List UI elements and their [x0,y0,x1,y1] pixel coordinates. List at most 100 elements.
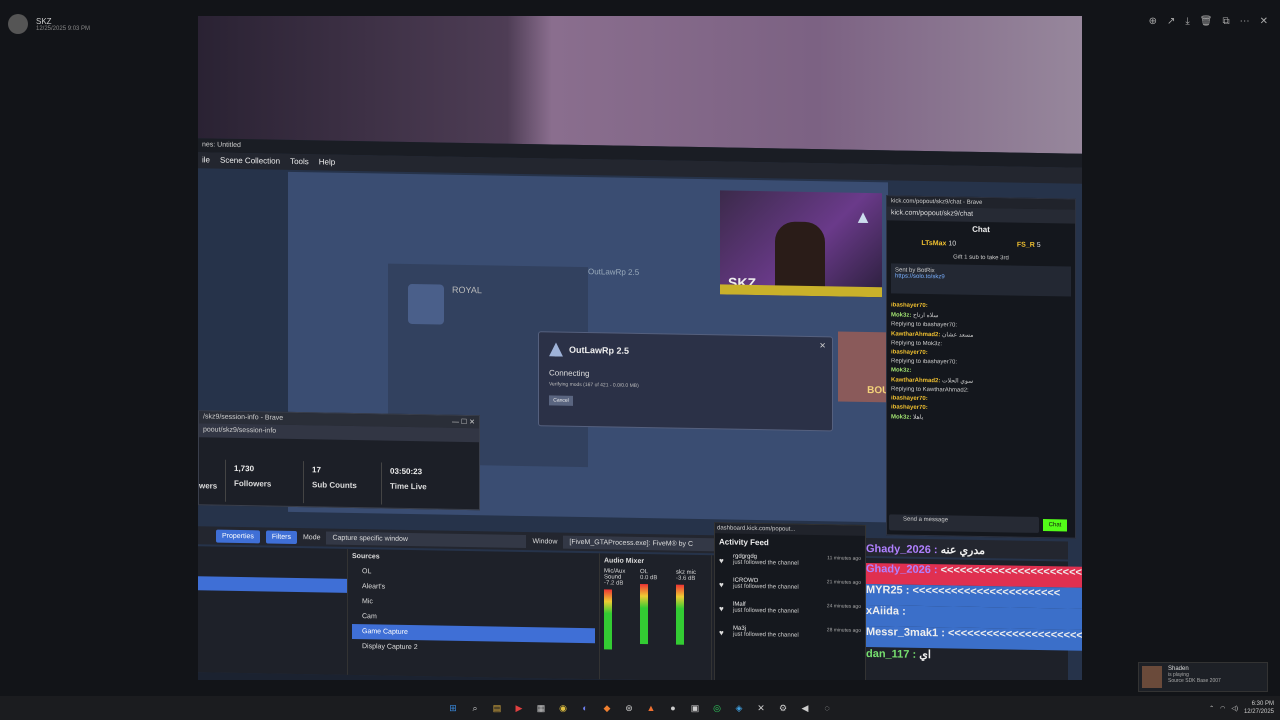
photo: nes: Untitled ile Scene Collection Tools… [198,16,1082,680]
chat-messages: ibashayer70: Mok3z: سلاه ارتاح Replying … [887,297,1075,428]
msg-user[interactable]: Mok3z: [891,414,911,420]
msg-text: Replying to ibashayer70: [891,321,958,329]
volume-meter[interactable] [604,589,612,650]
menu-help[interactable]: Help [319,157,335,167]
overlay-text: مدري عنه [940,544,986,558]
chat-message: Replying to KawtharAhmad2: [891,386,1071,395]
stat-subs: 17 Sub Counts [303,461,381,505]
msg-text: سلاه ارتاح [913,312,939,320]
activity-time: 24 minutes ago [826,603,861,610]
stat-followers: 1,730 Followers [225,459,303,504]
source-item[interactable]: Display Capture 2 [352,639,595,658]
msg-user[interactable]: KawtharAhmad2: [891,377,940,384]
game-notification[interactable]: Shaden is playing Source SDK Base 2007 [1138,662,1268,692]
brave-icon[interactable]: ◆ [599,700,615,716]
launcher-icon[interactable]: ▲ [643,700,659,716]
chevron-up-icon[interactable]: ⌃ [1209,705,1214,712]
wifi-icon[interactable]: ◠ [1220,705,1225,712]
download-icon[interactable]: ⤓ [1185,16,1189,27]
webcam-overlay: ▲ SKZ [720,190,882,298]
discord-icon[interactable]: ◐ [577,700,593,716]
taskbar: ⊞ ⌕ ▤ ▶ ▦ ◉ ◐ ◆ ⊛ ▲ ● ▣ ◎ ◈ ✕ ⚙ ◀ ◌ ⌃ ◠ … [0,696,1280,720]
capcut-icon[interactable]: ◀ [797,700,813,716]
volume-meter[interactable] [676,584,684,645]
chat-message: KawtharAhmad2: سوي الحلات [891,376,1071,386]
activity-feed-window: dashboard.kick.com/popout... Activity Fe… [714,522,866,680]
gift-note: Gift 1 sub to take 3rd [953,254,1009,262]
chrome-icon[interactable]: ◉ [555,700,571,716]
activity-item: ♥ lMalf just followed the channel 24 minute… [715,598,865,625]
chat-message: Mok3z: ياهلا [891,413,1071,423]
dialog-title-text: OutLawRp 2.5 [569,344,630,356]
mixer-channels: Mic/Aux Sound -7.2 dB OL 0.0 dB skz mic -3.… [604,568,707,651]
msg-text: مسعد عشان [942,332,974,339]
heart-icon: ♥ [719,604,724,614]
media-icon[interactable]: ▶ [511,700,527,716]
more-icon[interactable]: ⋯ [1240,16,1250,27]
tool-icon[interactable]: ✕ [753,700,769,716]
menu-file[interactable]: ile [202,155,210,165]
msg-user[interactable]: ibashayer70: [891,302,928,309]
filters-button[interactable]: Filters [265,529,297,544]
image-viewer: SKZ 12/25/2025 9:03 PM ⊕ ↗ ⤓ 🗑 ⧉ ⋯ ✕ nes… [0,0,1280,696]
volume-icon[interactable]: ◁) [1231,705,1238,712]
msg-user[interactable]: Mok3z: [891,312,911,318]
file-explorer-icon[interactable]: ▤ [489,700,505,716]
app-icon[interactable]: ▦ [533,700,549,716]
avatar[interactable] [8,14,28,34]
msg-user[interactable]: ibashayer70: [891,395,928,402]
stat-label: Time Live [390,481,427,492]
zoom-icon[interactable]: ⊕ [1149,16,1157,27]
channel-db: -3.6 dB [676,575,696,582]
obs-icon[interactable]: ● [665,700,681,716]
settings-icon[interactable]: ⚙ [775,700,791,716]
open-external-icon[interactable]: ⧉ [1222,16,1229,27]
start-icon[interactable]: ⊞ [445,700,461,716]
chat-input[interactable]: Send a message [889,514,1039,533]
viewer-header: SKZ 12/25/2025 9:03 PM [8,14,90,34]
msg-user[interactable]: KawtharAhmad2: [891,331,940,338]
terminal-icon[interactable]: ▣ [687,700,703,716]
session-left-label: wers [199,481,218,491]
clock[interactable]: 6:30 PM 12/27/2025 [1244,700,1274,716]
share-icon[interactable]: ↗ [1167,16,1175,27]
gifter-name: LTsMax [921,239,947,248]
steam-icon[interactable]: ⊛ [621,700,637,716]
menu-scene-collection[interactable]: Scene Collection [220,156,280,167]
activity-time: 11 minutes ago [827,555,861,562]
friend-avatar [1142,666,1162,688]
stat-label: Followers [234,478,272,489]
dialog-title: OutLawRp 2.5 [549,342,822,361]
store-icon[interactable]: ◈ [731,700,747,716]
selected-scene[interactable] [198,576,347,593]
spotify-icon[interactable]: ◎ [709,700,725,716]
chat-send-button[interactable]: Chat [1043,519,1067,532]
stat-time-live: 03:50:23 Time Live [381,462,459,506]
app-icon[interactable]: ◌ [819,700,835,716]
channel-db: 0.0 dB [640,575,658,582]
close-icon[interactable]: ✕ [819,341,826,350]
stat-value: 03:50:23 [390,466,423,477]
chat-message: ibashayer70: [891,349,1071,358]
channel-name: Mic/Aux Sound [604,568,626,581]
volume-meter[interactable] [640,584,648,645]
chat-message: ibashayer70: [891,395,1071,404]
properties-button[interactable]: Properties [216,529,260,543]
cancel-button[interactable]: Cancel [549,395,573,406]
stat-label: Sub Counts [312,480,357,491]
outlaw-title: OutLawRp 2.5 [588,267,640,277]
search-icon[interactable]: ⌕ [467,700,483,716]
scenes-dock [198,546,348,675]
overlay-user: Ghady_2026 : [866,542,938,557]
close-icon[interactable]: ✕ [1260,16,1268,27]
chat-message: Replying to ibashayer70: [891,358,1071,367]
sources-title: Sources [352,552,380,561]
chat-message: Mok3z: [891,367,1071,376]
window-controls[interactable]: — ☐ ✕ [452,418,475,426]
mode-select[interactable]: Capture specific window [326,531,527,548]
menu-tools[interactable]: Tools [290,157,309,167]
msg-user[interactable]: Mok3z: [891,367,911,373]
msg-user[interactable]: ibashayer70: [891,404,928,411]
delete-icon[interactable]: 🗑 [1200,16,1213,27]
msg-user[interactable]: ibashayer70: [891,349,928,356]
